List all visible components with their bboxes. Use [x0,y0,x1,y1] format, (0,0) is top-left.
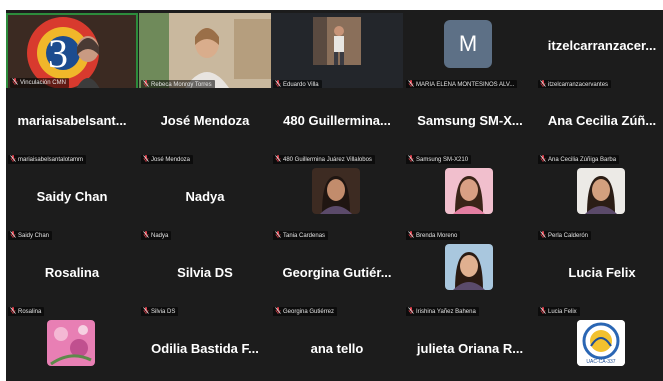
participant-name: Rosalina [18,309,42,315]
mic-muted-icon [408,307,414,314]
participant-tile[interactable]: Rebeca Monroy Torres [139,13,271,91]
participant-tile[interactable]: UAC-CA-337maxmonsie Acuña [536,316,663,381]
participant-display-name: 480 Guillermina... [283,113,391,128]
participant-name: Silvia DS [151,309,176,315]
participant-tile[interactable]: 3 Vinculación CMN [6,13,138,91]
profile-photo [445,168,493,214]
participant-display-name: Saidy Chan [36,189,108,204]
participant-tile[interactable]: Perla Calderón [536,164,663,242]
participant-display-name: Lucia Felix [568,265,636,280]
participant-tile[interactable]: Nadya Nadya [139,164,271,242]
participant-display-name: ana tello [310,341,364,356]
mic-muted-icon [143,80,149,87]
mic-muted-icon [143,155,149,162]
camera-video [313,17,361,65]
participant-tile[interactable]: Rosalina Rosalina [6,240,138,318]
participant-name-tag: Vinculación CMN [10,78,69,88]
logo-caption: UAC-CA-337 [586,359,616,365]
participant-display-name: julieta Oriana R... [416,341,524,356]
participant-tile[interactable]: M MARIA ELENA MONTESINOS ALV... [404,13,536,91]
participant-tile[interactable]: Ana Cecilia Zúñ... Ana Cecilia Zúñiga Bar… [536,88,663,166]
mic-muted-icon [540,307,546,314]
mic-muted-icon [143,231,149,238]
participant-name: Perla Calderón [548,233,589,239]
participant-name: Irishina Yañez Bahena [416,309,476,315]
participant-name: Samsung SM-X210 [416,157,469,163]
mic-muted-icon [275,307,281,314]
profile-photo [47,320,95,366]
participant-tile[interactable]: itzelcarranzacer... itzelcarranzacervante… [536,13,663,91]
profile-photo [445,244,493,290]
participant-tile[interactable]: Odilia Bastida F...Odilia Bastida Flores [139,316,271,381]
profile-photo [577,168,625,214]
mic-muted-icon [12,78,18,85]
participant-display-name: Ana Cecilia Zúñ... [547,113,657,128]
profile-photo [312,168,360,214]
mic-muted-icon [10,307,16,314]
mic-muted-icon [10,155,16,162]
participant-display-name: Samsung SM-X... [417,113,523,128]
participant-tile[interactable]: Silvia DS Silvia DS [139,240,271,318]
mic-muted-icon [408,231,414,238]
mic-muted-icon [275,231,281,238]
participant-name: Ana Cecilia Zúñiga Barba [548,157,617,163]
participant-tile[interactable]: Tania Cardenas [271,164,403,242]
mic-muted-icon [540,80,546,87]
mic-muted-icon [275,155,281,162]
participant-tile[interactable]: José Mendoza José Mendoza [139,88,271,166]
participant-name: Lucia Felix [548,309,577,315]
avatar: M [444,20,492,68]
participant-display-name: mariaisabelsant... [17,113,127,128]
mic-muted-icon [408,155,414,162]
participant-display-name: José Mendoza [160,113,250,128]
participant-tile[interactable]: 480 Guillermina... 480 Guillermina Juárez… [271,88,403,166]
participant-tile[interactable]: Samsung SM-X... Samsung SM-X210 [404,88,536,166]
participant-tile[interactable]: ana telloana tello [271,316,403,381]
mic-muted-icon [408,80,414,87]
participant-name: Saidy Chan [18,233,50,239]
participant-tile[interactable]: julieta Oriana R...Julieta Oriana Rivera… [404,316,536,381]
participant-tile[interactable]: Eduardo Villa [271,13,403,91]
participant-name: Vinculación CMN [20,80,66,86]
participant-name: 480 Guillermina Juárez Villalobos [283,157,372,163]
video-gallery: 3 Vinculación CMN Rebeca Monroy Torres Edua… [6,10,663,381]
svg-text:3: 3 [48,31,68,76]
participant-tile[interactable]: Ebd López [6,316,138,381]
participant-name: mariaisabelsantalotamm [18,157,84,163]
participant-name: Nadya [151,233,169,239]
participant-name: Tania Cardenas [283,233,326,239]
participant-display-name: Silvia DS [177,265,233,280]
participant-tile[interactable]: Brenda Moreno [404,164,536,242]
participant-tile[interactable]: Georgina Gutiér... Georgina Gutiérrez [271,240,403,318]
participant-name: Georgina Gutiérrez [283,309,335,315]
mic-muted-icon [540,155,546,162]
participant-display-name: Rosalina [44,265,100,280]
participant-display-name: Odilia Bastida F... [151,341,259,356]
participant-name: Brenda Moreno [416,233,458,239]
mic-muted-icon [10,231,16,238]
participant-tile[interactable]: mariaisabelsant... mariaisabelsantalotamm [6,88,138,166]
participant-name: José Mendoza [151,157,191,163]
profile-photo: UAC-CA-337 [577,320,625,366]
mic-muted-icon [143,307,149,314]
participant-display-name: Nadya [185,189,225,204]
participant-tile[interactable]: Irishina Yañez Bahena [404,240,536,318]
mic-muted-icon [275,80,281,87]
participant-tile[interactable]: Lucia Felix Lucia Felix [536,240,663,318]
participant-tile[interactable]: Saidy Chan Saidy Chan [6,164,138,242]
mic-muted-icon [540,231,546,238]
participant-display-name: itzelcarranzacer... [547,38,657,53]
participant-display-name: Georgina Gutiér... [282,265,392,280]
